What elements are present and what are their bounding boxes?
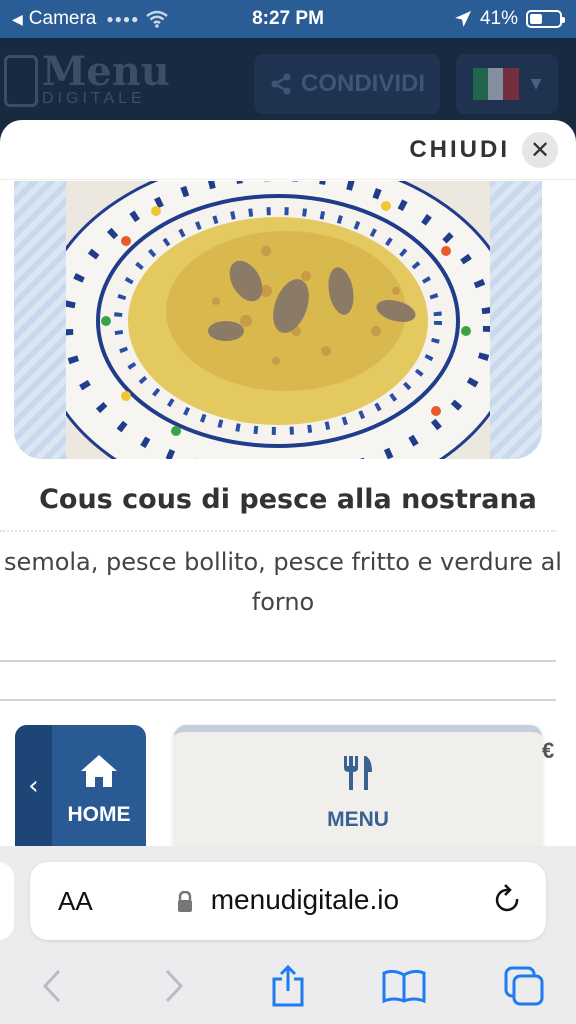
url-text: menudigitale.io bbox=[210, 884, 400, 915]
home-button[interactable]: ‹ HOME bbox=[15, 725, 146, 847]
title-divider bbox=[0, 530, 556, 532]
price-peek: € bbox=[542, 738, 555, 763]
menu-button[interactable]: MENU bbox=[174, 725, 542, 847]
menudigitale-logo: Menu DIGITALE bbox=[4, 48, 170, 108]
share-sheet-icon[interactable] bbox=[264, 964, 312, 1008]
share-label: CONDIVIDI bbox=[300, 70, 425, 97]
battery-icon bbox=[526, 10, 565, 28]
battery-percent: 41% bbox=[479, 8, 518, 29]
divider bbox=[0, 699, 556, 701]
logo-text-top: Menu bbox=[42, 48, 170, 95]
home-label: HOME bbox=[67, 803, 131, 826]
close-label[interactable]: CHIUDI bbox=[409, 136, 510, 164]
address-bar[interactable]: AA menudigitale.io bbox=[30, 862, 546, 940]
dish-title: Cous cous di pesce alla nostrana bbox=[39, 484, 537, 515]
share-button[interactable]: CONDIVIDI bbox=[254, 54, 440, 114]
ios-status-bar: ◀ Camera ●●●● 8:27 PM 41% bbox=[0, 0, 576, 38]
divider bbox=[0, 660, 556, 662]
location-arrow-icon bbox=[454, 11, 471, 27]
close-icon[interactable]: ✕ bbox=[522, 131, 558, 168]
home-icon bbox=[81, 755, 117, 787]
reload-icon[interactable] bbox=[494, 884, 522, 916]
safari-toolbar: AA menudigitale.io bbox=[0, 846, 576, 1024]
modal-top-bar: CHIUDI ✕ bbox=[0, 120, 576, 180]
share-icon bbox=[271, 73, 291, 95]
chevron-left-icon[interactable]: ‹ bbox=[15, 725, 52, 847]
back-arrow-icon[interactable] bbox=[28, 964, 76, 1008]
previous-tab-peek[interactable] bbox=[0, 862, 14, 940]
dish-photo-frame bbox=[14, 181, 542, 459]
italy-flag-icon bbox=[472, 68, 519, 100]
couscous-plate-image bbox=[66, 181, 490, 459]
dish-description: semola, pesce bollito, pesce fritto e ve… bbox=[4, 548, 562, 616]
chevron-down-icon: ▼ bbox=[530, 76, 542, 92]
phone-icon bbox=[4, 55, 38, 107]
forward-arrow-icon[interactable] bbox=[150, 964, 198, 1008]
lock-icon bbox=[177, 890, 192, 912]
dish-photo[interactable] bbox=[66, 181, 490, 459]
language-selector[interactable]: ▼ bbox=[456, 54, 558, 114]
bookmarks-icon[interactable] bbox=[380, 964, 428, 1008]
menu-label: MENU bbox=[327, 808, 389, 831]
tabs-icon[interactable] bbox=[500, 964, 548, 1008]
fork-knife-icon bbox=[344, 756, 372, 790]
